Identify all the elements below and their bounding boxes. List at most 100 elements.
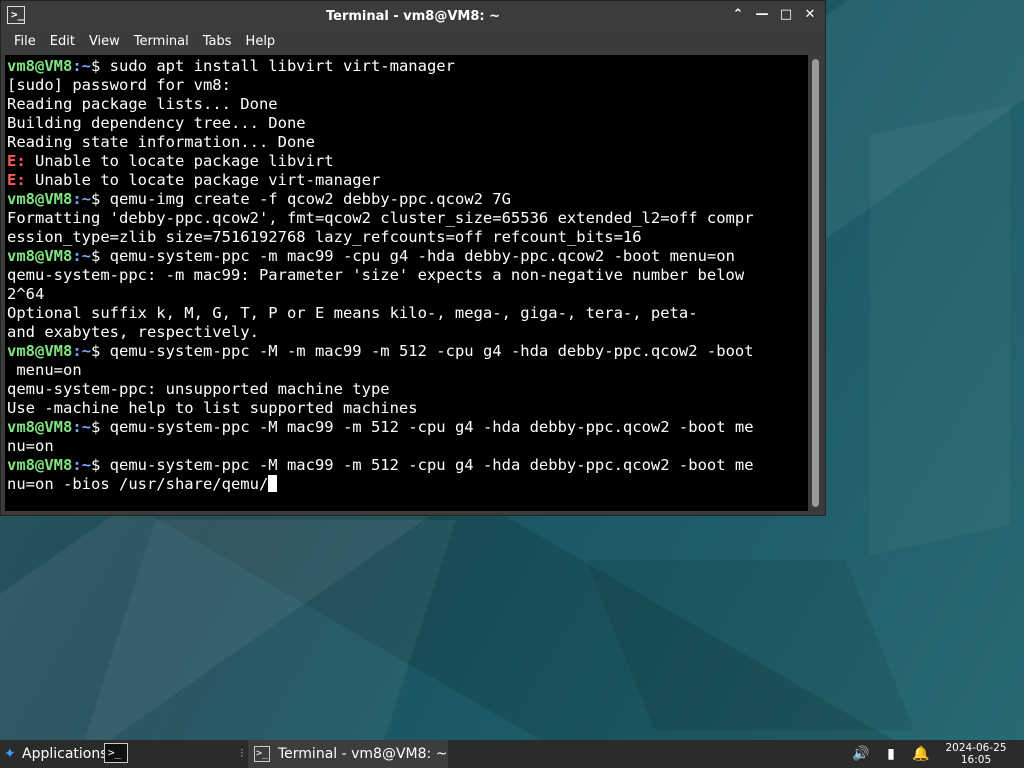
output-text: ession_type=zlib size=7516192768 lazy_re…	[7, 228, 642, 246]
menu-tabs[interactable]: Tabs	[196, 31, 239, 53]
terminal-line: vm8@VM8:~$ qemu-img create -f qcow2 debb…	[7, 190, 806, 209]
prompt-dir: :~	[72, 247, 91, 265]
output-text: Formatting 'debby-ppc.qcow2', fmt=qcow2 …	[7, 209, 754, 227]
terminal-launcher-icon[interactable]: >_	[104, 743, 128, 763]
terminal-line: nu=on -bios /usr/share/qemu/	[7, 475, 806, 494]
terminal-line: vm8@VM8:~$ sudo apt install libvirt virt…	[7, 57, 806, 76]
error-text: Unable to locate package libvirt	[25, 152, 334, 170]
clock-time: 16:05	[960, 754, 992, 766]
output-text: 2^64	[7, 285, 45, 303]
wallpaper-shape	[585, 560, 915, 730]
terminal-line: Use -machine help to list supported mach…	[7, 399, 806, 418]
terminal-line: vm8@VM8:~$ qemu-system-ppc -M mac99 -m 5…	[7, 418, 806, 437]
terminal-line: vm8@VM8:~$ qemu-system-ppc -M mac99 -m 5…	[7, 456, 806, 475]
output-text: qemu-system-ppc: -m mac99: Parameter 'si…	[7, 266, 745, 284]
minimize-button[interactable]: —	[753, 6, 771, 24]
prompt-symbol: $	[91, 57, 110, 75]
terminal-icon[interactable]: >_	[7, 6, 25, 24]
menu-edit[interactable]: Edit	[43, 31, 82, 53]
output-text: qemu-system-ppc: unsupported machine typ…	[7, 380, 390, 398]
command-text: qemu-system-ppc -m mac99 -cpu g4 -hda de…	[109, 247, 735, 265]
output-text: menu=on	[7, 361, 82, 379]
error-label: E:	[7, 152, 26, 170]
notification-bell-icon[interactable]: 🔔	[912, 745, 930, 763]
prompt-symbol: $	[91, 190, 110, 208]
terminal-output[interactable]: vm8@VM8:~$ sudo apt install libvirt virt…	[5, 55, 808, 511]
taskbar-task-terminal[interactable]: >_ Terminal - vm8@VM8: ~	[248, 740, 448, 768]
terminal-line: vm8@VM8:~$ qemu-system-ppc -m mac99 -cpu…	[7, 247, 806, 266]
output-text: nu=on	[7, 437, 54, 455]
prompt-symbol: $	[91, 418, 110, 436]
battery-icon[interactable]: ▮	[882, 745, 900, 763]
command-text: qemu-img create -f qcow2 debby-ppc.qcow2…	[109, 190, 511, 208]
menu-view[interactable]: View	[82, 31, 127, 53]
output-text: Reading package lists... Done	[7, 95, 278, 113]
terminal-line: Building dependency tree... Done	[7, 114, 806, 133]
terminal-line: nu=on	[7, 437, 806, 456]
prompt-dir: :~	[72, 190, 91, 208]
scrollbar-thumb[interactable]	[812, 59, 819, 507]
input-text: nu=on -bios /usr/share/qemu/	[7, 475, 269, 493]
terminal-line: menu=on	[7, 361, 806, 380]
terminal-line: vm8@VM8:~$ qemu-system-ppc -M -m mac99 -…	[7, 342, 806, 361]
text-cursor	[268, 475, 278, 492]
wallpaper-shape	[84, 520, 456, 740]
shade-button[interactable]: ⌃	[729, 6, 747, 24]
terminal-line: E: Unable to locate package libvirt	[7, 152, 806, 171]
terminal-line: 2^64	[7, 285, 806, 304]
prompt-symbol: $	[91, 247, 110, 265]
terminal-line: Reading state information... Done	[7, 133, 806, 152]
prompt-symbol: $	[91, 456, 110, 474]
output-text: Optional suffix k, M, G, T, P or E means…	[7, 304, 698, 322]
terminal-line: qemu-system-ppc: -m mac99: Parameter 'si…	[7, 266, 806, 285]
terminal-line: Reading package lists... Done	[7, 95, 806, 114]
volume-icon[interactable]: 🔊	[852, 745, 870, 763]
command-text: qemu-system-ppc -M mac99 -m 512 -cpu g4 …	[109, 456, 754, 474]
output-text: [sudo] password for vm8:	[7, 76, 231, 94]
prompt-user: vm8@VM8	[7, 57, 73, 75]
terminal-line: [sudo] password for vm8:	[7, 76, 806, 95]
clock[interactable]: 2024-06-25 16:05	[936, 742, 1016, 766]
error-text: Unable to locate package virt-manager	[25, 171, 381, 189]
system-tray: 🔊 ▮ 🔔	[852, 744, 930, 764]
menu-bar: File Edit View Terminal Tabs Help	[1, 31, 825, 53]
menu-terminal[interactable]: Terminal	[127, 31, 196, 53]
prompt-user: vm8@VM8	[7, 247, 73, 265]
taskbar-separator: ⁝	[240, 746, 244, 760]
prompt-symbol: $	[91, 342, 110, 360]
close-button[interactable]: ✕	[801, 6, 819, 24]
terminal-line: Formatting 'debby-ppc.qcow2', fmt=qcow2 …	[7, 209, 806, 228]
maximize-button[interactable]: □	[777, 6, 795, 24]
applications-menu-button[interactable]: ✦ Applications	[4, 744, 108, 764]
menu-file[interactable]: File	[7, 31, 43, 53]
taskbar: ✦ Applications >_ ⁝ >_ Terminal - vm8@VM…	[0, 740, 1024, 768]
output-text: Reading state information... Done	[7, 133, 315, 151]
window-titlebar[interactable]: >_ Terminal - vm8@VM8: ~ ⌃ — □ ✕	[1, 1, 825, 31]
applications-label: Applications	[22, 746, 108, 762]
menu-help[interactable]: Help	[239, 31, 283, 53]
prompt-user: vm8@VM8	[7, 190, 73, 208]
window-title: Terminal - vm8@VM8: ~	[325, 8, 501, 24]
command-text: sudo apt install libvirt virt-manager	[109, 57, 455, 75]
terminal-line: E: Unable to locate package virt-manager	[7, 171, 806, 190]
terminal-icon: >_	[254, 746, 270, 762]
taskbar-task-label: Terminal - vm8@VM8: ~	[278, 746, 448, 762]
clock-date: 2024-06-25	[945, 742, 1007, 754]
output-text: Use -machine help to list supported mach…	[7, 399, 418, 417]
applications-menu-icon: ✦	[4, 746, 16, 762]
prompt-dir: :~	[72, 57, 91, 75]
output-text: and exabytes, respectively.	[7, 323, 259, 341]
terminal-scrollbar[interactable]	[809, 55, 823, 511]
command-text: qemu-system-ppc -M -m mac99 -m 512 -cpu …	[109, 342, 754, 360]
terminal-line: and exabytes, respectively.	[7, 323, 806, 342]
output-text: Building dependency tree... Done	[7, 114, 306, 132]
wallpaper-shape	[870, 105, 1010, 555]
prompt-dir: :~	[72, 456, 91, 474]
terminal-window: >_ Terminal - vm8@VM8: ~ ⌃ — □ ✕ File Ed…	[0, 0, 826, 516]
prompt-user: vm8@VM8	[7, 456, 73, 474]
prompt-dir: :~	[72, 418, 91, 436]
prompt-user: vm8@VM8	[7, 418, 73, 436]
terminal-line: Optional suffix k, M, G, T, P or E means…	[7, 304, 806, 323]
terminal-line: qemu-system-ppc: unsupported machine typ…	[7, 380, 806, 399]
terminal-line: ession_type=zlib size=7516192768 lazy_re…	[7, 228, 806, 247]
